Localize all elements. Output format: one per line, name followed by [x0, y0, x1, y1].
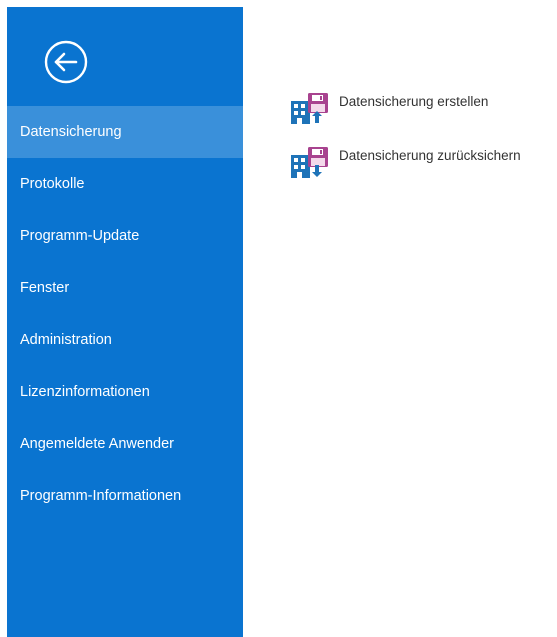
- main-content: Datensicherung erstellen Datensicherung …: [243, 7, 557, 637]
- sidebar-item-label: Fenster: [20, 280, 70, 296]
- sidebar-item-protokolle[interactable]: Protokolle: [7, 158, 243, 210]
- sidebar-item-label: Programm-Informationen: [20, 488, 182, 504]
- backup-restore-icon: [289, 146, 339, 180]
- sidebar-item-lizenzinformationen[interactable]: Lizenzinformationen: [7, 366, 243, 418]
- sidebar-nav: Datensicherung Protokolle Programm-Updat…: [7, 106, 243, 522]
- sidebar-item-fenster[interactable]: Fenster: [7, 262, 243, 314]
- sidebar-item-datensicherung[interactable]: Datensicherung: [7, 106, 243, 158]
- sidebar-item-programm-update[interactable]: Programm-Update: [7, 210, 243, 262]
- sidebar-item-label: Programm-Update: [20, 228, 140, 244]
- sidebar-item-label: Datensicherung: [20, 124, 122, 140]
- sidebar-item-programm-informationen[interactable]: Programm-Informationen: [7, 470, 243, 522]
- sidebar-item-label: Lizenzinformationen: [20, 384, 150, 400]
- back-arrow-circle-icon: [44, 40, 88, 84]
- back-button[interactable]: [43, 39, 89, 85]
- sidebar-item-administration[interactable]: Administration: [7, 314, 243, 366]
- create-backup-label: Datensicherung erstellen: [339, 94, 489, 109]
- backup-create-icon: [289, 92, 339, 126]
- sidebar: Datensicherung Protokolle Programm-Updat…: [7, 7, 243, 637]
- create-backup-button[interactable]: Datensicherung erstellen: [289, 92, 488, 126]
- sidebar-item-label: Angemeldete Anwender: [20, 436, 174, 452]
- sidebar-item-label: Protokolle: [20, 176, 85, 192]
- sidebar-item-angemeldete-anwender[interactable]: Angemeldete Anwender: [7, 418, 243, 470]
- backstage-view: Datensicherung Protokolle Programm-Updat…: [0, 0, 557, 637]
- sidebar-item-label: Administration: [20, 332, 112, 348]
- restore-backup-label: Datensicherung zurücksichern: [339, 148, 521, 163]
- restore-backup-button[interactable]: Datensicherung zurücksichern: [289, 146, 521, 180]
